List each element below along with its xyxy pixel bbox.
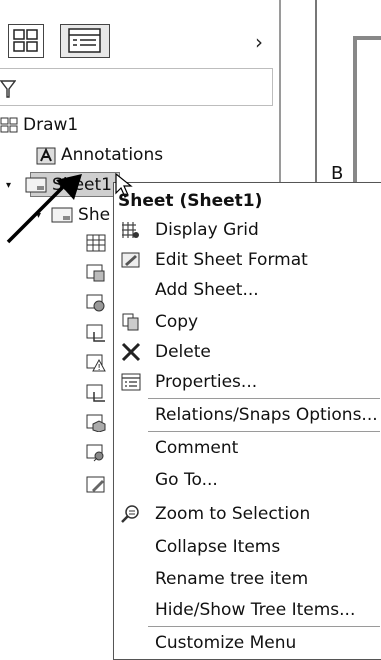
grid-icon	[122, 222, 139, 238]
view-icon[interactable]	[86, 264, 106, 282]
copy-icon	[122, 313, 139, 331]
menu-item-edit-sheet-format[interactable]: Edit Sheet Format	[114, 245, 380, 275]
delete-icon	[121, 342, 141, 362]
edit-sheet-format-icon	[121, 252, 140, 268]
menu-item-add-sheet[interactable]: Add Sheet...	[114, 275, 380, 305]
zone-letter: B	[331, 163, 344, 184]
context-menu: Sheet (Sheet1) Display Grid Edit Sheet F…	[113, 173, 381, 660]
menu-item-go-to[interactable]: Go To...	[114, 465, 380, 495]
menu-item-rename-tree-item[interactable]: Rename tree item	[114, 564, 380, 594]
property-manager-tab-icon[interactable]	[60, 24, 110, 58]
context-menu-title: Sheet (Sheet1)	[118, 191, 263, 211]
menu-item-properties[interactable]: Properties...	[114, 367, 380, 397]
chevron-right-icon[interactable]: ›	[255, 30, 263, 54]
annotation-icon	[36, 147, 56, 165]
note-icon[interactable]	[86, 476, 106, 494]
section-icon[interactable]	[86, 324, 106, 342]
menu-separator	[148, 626, 380, 627]
feature-tree-tab-icon[interactable]	[8, 24, 44, 58]
tree-item-label: Draw1	[23, 115, 79, 135]
tree-item-draw1[interactable]: Draw1	[0, 111, 78, 139]
menu-item-comment[interactable]: Comment	[114, 433, 380, 463]
svg-text:!: !	[98, 363, 101, 372]
zoom-icon	[121, 505, 139, 523]
menu-item-copy[interactable]: Copy	[114, 307, 380, 337]
section-icon[interactable]	[86, 384, 106, 402]
menu-item-relations-snaps-options[interactable]: Relations/Snaps Options...	[114, 400, 380, 430]
menu-item-zoom-to-selection[interactable]: Zoom to Selection	[114, 499, 380, 529]
panel-tab-bar: ›	[0, 24, 279, 62]
view-icon[interactable]	[86, 294, 106, 312]
menu-separator	[148, 431, 380, 432]
detail-icon[interactable]	[86, 444, 106, 462]
filter-icon[interactable]	[0, 79, 16, 99]
tree-item-label: Annotations	[61, 145, 164, 165]
pointer-arrow-icon	[6, 174, 82, 244]
tree-item-annotations[interactable]: Annotations	[36, 141, 163, 169]
sheet-border-top	[353, 36, 381, 40]
warning-view-icon[interactable]: !	[86, 354, 106, 372]
drawing-icon	[0, 117, 18, 133]
menu-item-delete[interactable]: Delete	[114, 337, 380, 367]
menu-item-display-grid[interactable]: Display Grid	[114, 215, 380, 245]
menu-item-customize-menu[interactable]: Customize Menu	[114, 628, 380, 658]
menu-item-collapse-items[interactable]: Collapse Items	[114, 532, 380, 562]
properties-icon	[121, 373, 141, 391]
filter-bar[interactable]	[0, 68, 273, 106]
model-icon[interactable]	[86, 414, 106, 433]
menu-separator	[148, 398, 380, 399]
menu-item-hide-show-tree-items[interactable]: Hide/Show Tree Items...	[114, 595, 380, 625]
